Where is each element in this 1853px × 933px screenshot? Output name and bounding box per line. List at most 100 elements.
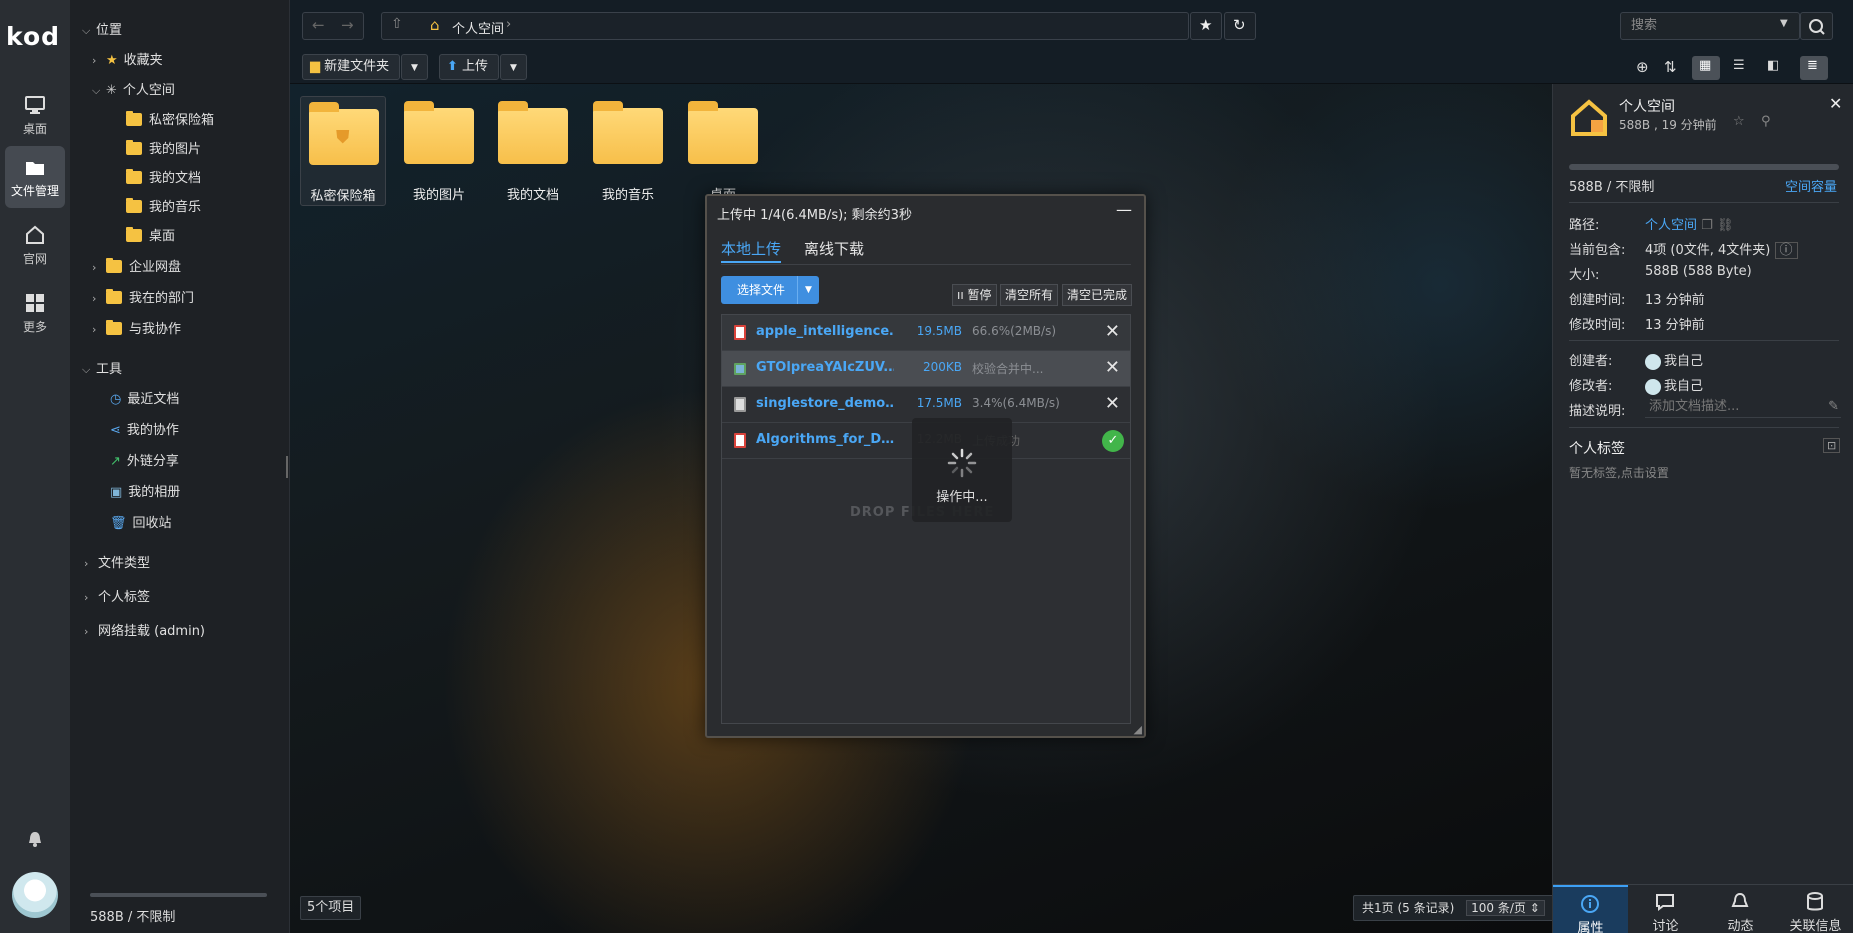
pause-button[interactable]: ıı 暂停 xyxy=(952,284,997,306)
select-file-button[interactable]: 选择文件 ▼ xyxy=(721,276,819,304)
star-icon: ★ xyxy=(1199,16,1213,34)
tree-item-album[interactable]: ▣ 我的相册 xyxy=(110,480,180,506)
view-grid-button[interactable]: ▦ xyxy=(1692,56,1720,80)
rail-item-website[interactable]: 官网 xyxy=(5,214,65,276)
upload-dropdown[interactable]: ▼ xyxy=(500,54,527,80)
rail-item-desktop[interactable]: 桌面 xyxy=(5,84,65,146)
tree-item-link-share[interactable]: ↗ 外链分享 xyxy=(110,449,179,475)
desktop-icon xyxy=(25,96,45,114)
capacity-link[interactable]: 空间容量 xyxy=(1785,176,1837,195)
chevron-right-icon: › xyxy=(92,323,97,336)
caret-down-icon[interactable]: ▼ xyxy=(797,276,819,304)
remove-icon[interactable]: ✕ xyxy=(1105,393,1120,414)
tree-item-my-collab[interactable]: ⋖ 我的协作 xyxy=(110,418,179,444)
upload-row[interactable]: apple_intelligence… 19.5MB 66.6%(2MB/s) … xyxy=(722,315,1130,351)
resize-handle-icon[interactable]: ◢ xyxy=(1134,723,1142,736)
pin-icon[interactable]: ⚲ xyxy=(1761,114,1771,129)
upload-row[interactable]: GTOlpreaYAIcZUV.… 200KB 校验合并中... ✕ xyxy=(722,351,1130,387)
refresh-button[interactable]: ↻ xyxy=(1224,12,1256,40)
copy-icon[interactable]: ❐ xyxy=(1701,218,1713,233)
up-arrow-icon[interactable]: ⇧ xyxy=(391,16,403,32)
file-tile-vault[interactable]: ⛊ 私密保险箱 xyxy=(300,96,386,206)
folder-icon xyxy=(126,111,142,126)
star-outline-icon[interactable]: ☆ xyxy=(1733,114,1745,129)
search-input[interactable]: 搜索 xyxy=(1620,12,1800,40)
tree-item-recent[interactable]: ◷ 最近文档 xyxy=(110,387,179,413)
file-tile-documents[interactable]: 我的文档 xyxy=(490,96,576,206)
tree-item-personal-tags[interactable]: › 个人标签 xyxy=(84,585,150,611)
rail-item-file-manage[interactable]: 文件管理 xyxy=(5,146,65,208)
tab-activity[interactable]: 动态 xyxy=(1703,885,1778,933)
new-folder-dropdown[interactable]: ▼ xyxy=(401,54,428,80)
tree-item-documents[interactable]: 我的文档 xyxy=(126,166,201,192)
zoom-icon[interactable]: ⊕ xyxy=(1636,58,1649,76)
breadcrumb-personal-space[interactable]: 个人空间 xyxy=(452,18,504,37)
info-icon[interactable]: ⓘ xyxy=(1774,242,1798,259)
tree-item-pictures[interactable]: 我的图片 xyxy=(126,137,201,163)
forward-arrow-icon[interactable]: → xyxy=(341,16,354,34)
favorite-button[interactable]: ★ xyxy=(1190,12,1222,40)
chevron-down-icon: ⌵ xyxy=(92,84,101,97)
new-folder-button[interactable]: ▆ 新建文件夹 xyxy=(302,54,400,80)
remove-icon[interactable]: ✕ xyxy=(1105,321,1120,342)
tree-item-favorites[interactable]: › ★ 收藏夹 xyxy=(92,48,163,74)
tree-item-enterprise[interactable]: › 企业网盘 xyxy=(92,255,181,281)
sidebar-splitter[interactable] xyxy=(286,456,288,478)
close-icon[interactable]: ✕ xyxy=(1829,94,1842,113)
file-tile-desktop[interactable]: 桌面 xyxy=(680,96,766,206)
tree-item-department[interactable]: › 我在的部门 xyxy=(92,286,194,312)
tab-related[interactable]: 关联信息 xyxy=(1778,885,1853,933)
upload-button[interactable]: ⬆ 上传 xyxy=(439,54,499,80)
link-icon[interactable]: ⛓ xyxy=(1717,218,1734,233)
folder-manage-icon xyxy=(26,162,44,175)
pause-icon: ıı xyxy=(957,288,964,302)
path-value[interactable]: 个人空间 ❐ ⛓ xyxy=(1645,214,1733,233)
tag-settings-icon[interactable]: ⊡ xyxy=(1823,438,1841,453)
back-arrow-icon[interactable]: ← xyxy=(312,16,325,34)
tree-item-file-types[interactable]: › 文件类型 xyxy=(84,551,150,577)
sort-icon[interactable]: ⇅ xyxy=(1664,58,1677,76)
address-bar[interactable]: ⇧ ⌂ 个人空间 › xyxy=(381,12,1189,40)
home-icon xyxy=(26,225,44,244)
user-avatar[interactable] xyxy=(12,872,58,918)
panel-tabs: 属性 讨论 动态 关联信息 xyxy=(1553,884,1853,933)
tree-location-header[interactable]: ⌵ 位置 xyxy=(82,18,122,44)
chevron-right-icon: › xyxy=(92,54,97,67)
tree-item-vault[interactable]: 私密保险箱 xyxy=(126,108,214,134)
trash-icon: 🗑 xyxy=(110,516,127,531)
desc-input[interactable]: 添加文档描述... ✎ xyxy=(1645,396,1841,418)
tab-local-upload[interactable]: 本地上传 xyxy=(721,238,782,263)
per-page-select[interactable]: 100 条/页 ⇕ xyxy=(1466,900,1545,916)
rail-item-more[interactable]: 更多 xyxy=(5,282,65,344)
file-tile-pictures[interactable]: 我的图片 xyxy=(396,96,482,206)
clear-done-button[interactable]: 清空已完成 xyxy=(1062,284,1133,306)
remove-icon[interactable]: ✕ xyxy=(1105,357,1120,378)
view-list-button[interactable]: ☰ xyxy=(1726,56,1754,80)
pdf-icon xyxy=(734,325,746,340)
tree-item-collab[interactable]: › 与我协作 xyxy=(92,317,181,343)
tab-properties[interactable]: 属性 xyxy=(1553,885,1628,933)
tags-hint[interactable]: 暂无标签,点击设置 xyxy=(1569,464,1669,481)
tree-item-trash[interactable]: 🗑 回收站 xyxy=(110,511,172,537)
search-button[interactable] xyxy=(1800,12,1833,40)
tree-item-personal-space[interactable]: ⌵ ✳ 个人空间 xyxy=(92,78,175,104)
file-tile-music[interactable]: 我的音乐 xyxy=(585,96,671,206)
clear-all-button[interactable]: 清空所有 xyxy=(1000,284,1059,306)
bell-icon[interactable] xyxy=(26,830,44,848)
tree-item-music[interactable]: 我的音乐 xyxy=(126,195,201,221)
toggle-panel-button[interactable]: ≣ xyxy=(1800,56,1828,80)
loading-overlay: 操作中... xyxy=(912,418,1012,522)
star-icon: ★ xyxy=(106,53,118,68)
vault-folder-icon: ⛊ xyxy=(309,102,379,165)
chevron-right-icon: › xyxy=(92,261,97,274)
tree-tools-header[interactable]: ⌵ 工具 xyxy=(82,357,122,383)
tree-item-network-mount[interactable]: › 网络挂载 (admin) xyxy=(84,619,205,645)
size-value: 588B (588 Byte) xyxy=(1645,264,1752,279)
tab-offline-download[interactable]: 离线下载 xyxy=(804,238,864,259)
tree-item-desktop[interactable]: 桌面 xyxy=(126,224,175,250)
search-dropdown-icon[interactable]: ▼ xyxy=(1780,18,1788,29)
minimize-icon[interactable]: — xyxy=(1116,200,1132,219)
tab-discussion[interactable]: 讨论 xyxy=(1628,885,1703,933)
folder-icon xyxy=(126,140,142,155)
view-split-button[interactable]: ◧ xyxy=(1760,56,1788,80)
